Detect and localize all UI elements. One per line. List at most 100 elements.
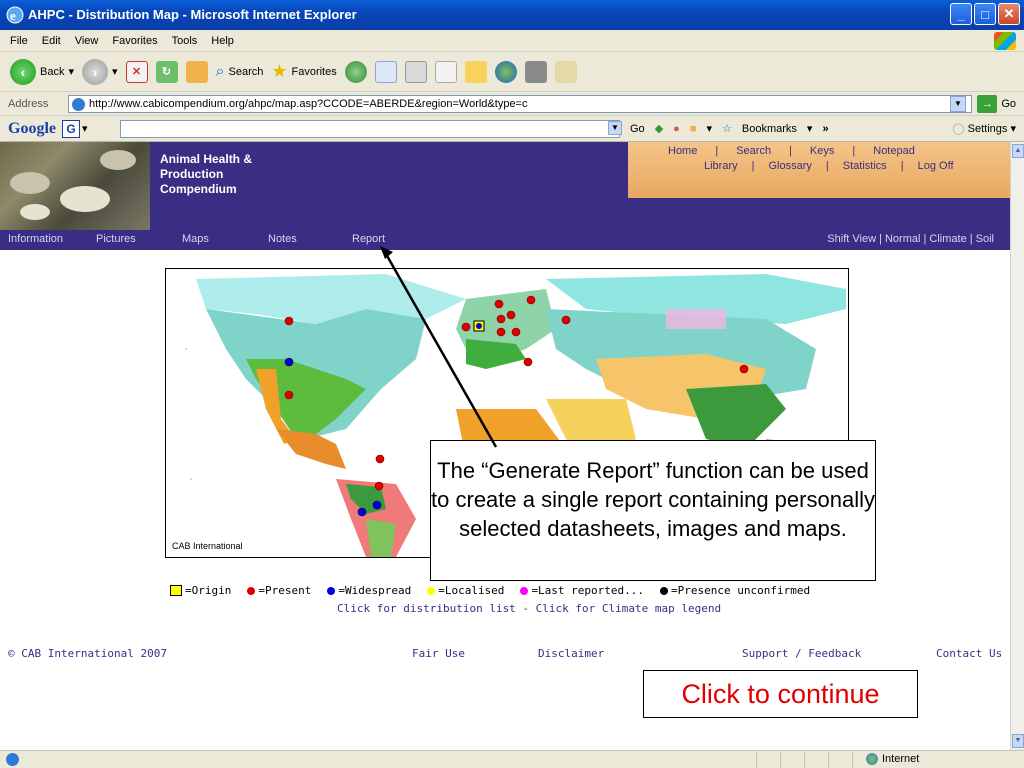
go-label: Go (1001, 98, 1016, 110)
edit-button[interactable] (434, 60, 457, 83)
nav-notes[interactable]: Notes (268, 233, 297, 245)
favorites-button[interactable]: ★ Favorites (271, 61, 336, 82)
history-button[interactable] (344, 60, 367, 83)
address-dropdown-button[interactable]: ▼ (950, 96, 966, 112)
chevron-down-icon: ▾ (1010, 123, 1016, 135)
print-button[interactable] (404, 60, 427, 83)
link-search[interactable]: Search (736, 145, 771, 157)
nav-pictures[interactable]: Pictures (96, 233, 136, 245)
legend-widespread: =Widespread (327, 584, 411, 597)
footer-contact[interactable]: Contact Us (936, 647, 1002, 660)
bookmarks-star-icon: ☆ (722, 123, 732, 135)
back-arrow-icon: ‹ (10, 58, 36, 85)
chevron-down-icon: ▾ (82, 123, 88, 135)
settings-label: Settings (967, 123, 1008, 135)
app-name: Animal Health & Production Compendium (160, 152, 252, 197)
address-bar: Address http://www.cabicompendium.org/ah… (0, 92, 1024, 116)
legend-links[interactable]: Click for distribution list - Click for … (337, 602, 721, 615)
link-log-off[interactable]: Log Off (918, 160, 954, 172)
svg-text:e: e (10, 8, 16, 23)
nav-information[interactable]: Information (8, 233, 63, 245)
animal-photo (0, 142, 150, 230)
legend-presence-unconfirmed: =Presence unconfirmed (660, 584, 810, 597)
star-icon: ★ (271, 61, 288, 81)
search-button[interactable]: ⌕ Search (216, 63, 264, 81)
scroll-down-icon[interactable]: ▼ (1012, 734, 1024, 748)
google-menu-button[interactable]: G (62, 119, 80, 138)
footer-support[interactable]: Support / Feedback (742, 647, 861, 660)
standard-toolbar: ‹ Back ▾ › ▾ ✕ ↻ ⌕ Search ★ Favorites (0, 52, 1024, 92)
favorites-label: Favorites (291, 65, 337, 78)
footer-disclaimer[interactable]: Disclaimer (538, 647, 604, 660)
minimize-button[interactable]: _ (950, 3, 972, 25)
folder-button[interactable] (464, 60, 487, 83)
calendar-button[interactable] (554, 60, 577, 83)
stop-button[interactable]: ✕ (125, 60, 148, 83)
popup-blocker-icon[interactable]: ● (673, 123, 680, 135)
footer-fair-use[interactable]: Fair Use (412, 647, 465, 660)
nav-report[interactable]: Report (352, 233, 385, 245)
autofill-icon[interactable]: ■ (690, 123, 697, 135)
sub-navigation: Information Pictures Maps Notes Report S… (0, 230, 1010, 250)
back-button[interactable]: ‹ Back ▾ (10, 58, 74, 85)
menu-help[interactable]: Help (211, 35, 234, 47)
footer-copyright: © CAB International 2007 (8, 647, 167, 660)
localised-swatch (427, 586, 436, 595)
link-glossary[interactable]: Glossary (768, 160, 811, 172)
google-search-dropdown[interactable]: ▼ (608, 121, 622, 135)
k-button[interactable] (524, 60, 547, 83)
scroll-up-icon[interactable]: ▲ (1012, 144, 1024, 158)
menu-favorites[interactable]: Favorites (112, 35, 157, 47)
refresh-button[interactable]: ↻ (155, 60, 178, 83)
go-button[interactable]: → Go (977, 95, 1016, 113)
page-content: Animal Health & Production Compendium Ho… (0, 142, 1010, 750)
vertical-scrollbar[interactable]: ▲ ▼ (1010, 142, 1024, 750)
chevron-down-icon: ▾ (806, 123, 813, 135)
settings-icon: ◯ (952, 123, 965, 135)
close-icon: ✕ (1003, 6, 1015, 21)
google-go-button[interactable]: Go (630, 123, 645, 135)
bookmarks-button[interactable]: Bookmarks (742, 123, 797, 135)
more-chevrons[interactable]: » (822, 123, 828, 135)
report-callout: The “Generate Report” function can be us… (430, 440, 876, 581)
link-keys[interactable]: Keys (810, 145, 834, 157)
forward-arrow-icon: › (82, 58, 108, 85)
forward-button[interactable]: › ▾ (82, 58, 118, 85)
last-reported-swatch (520, 586, 529, 595)
address-url: http://www.cabicompendium.org/ahpc/map.a… (89, 98, 528, 110)
menu-file[interactable]: File (10, 35, 28, 47)
window-title: AHPC - Distribution Map - Microsoft Inte… (28, 7, 357, 22)
link-library[interactable]: Library (704, 160, 738, 172)
menu-edit[interactable]: Edit (42, 35, 61, 47)
origin-swatch (170, 585, 182, 596)
view-options[interactable]: Shift View | Normal | Climate | Soil (827, 233, 994, 245)
address-input[interactable]: http://www.cabicompendium.org/ahpc/map.a… (68, 95, 972, 113)
zone-label: Internet (882, 753, 920, 765)
app-name-line1: Animal Health & (160, 152, 253, 166)
legend-origin: =Origin (170, 584, 231, 597)
security-zone: Internet (866, 753, 919, 765)
windows-logo-icon (994, 32, 1016, 50)
top-links-panel: Home | Search | Keys | Notepad Library |… (628, 142, 1010, 198)
minimize-icon: _ (957, 6, 965, 22)
site-banner: Animal Health & Production Compendium Ho… (0, 142, 1010, 230)
home-button[interactable] (185, 60, 208, 83)
link-statistics[interactable]: Statistics (843, 160, 887, 172)
continue-button[interactable]: Click to continue (643, 670, 918, 718)
menu-tools[interactable]: Tools (172, 35, 198, 47)
status-bar: Internet (0, 750, 1024, 768)
link-home[interactable]: Home (668, 145, 697, 157)
mail-button[interactable] (374, 60, 397, 83)
link-notepad[interactable]: Notepad (873, 145, 915, 157)
globe-button[interactable] (494, 60, 517, 83)
present-swatch (247, 586, 256, 595)
menu-view[interactable]: View (75, 35, 99, 47)
google-search-input[interactable] (120, 120, 620, 138)
window-title-bar[interactable]: e AHPC - Distribution Map - Microsoft In… (0, 0, 1024, 30)
address-label: Address (8, 97, 49, 110)
nav-maps[interactable]: Maps (182, 233, 209, 245)
maximize-button[interactable]: □ (974, 3, 996, 25)
close-button[interactable]: ✕ (998, 3, 1020, 25)
settings-button[interactable]: ◯ Settings ▾ (952, 122, 1016, 135)
legend-localised: =Localised (427, 584, 504, 597)
